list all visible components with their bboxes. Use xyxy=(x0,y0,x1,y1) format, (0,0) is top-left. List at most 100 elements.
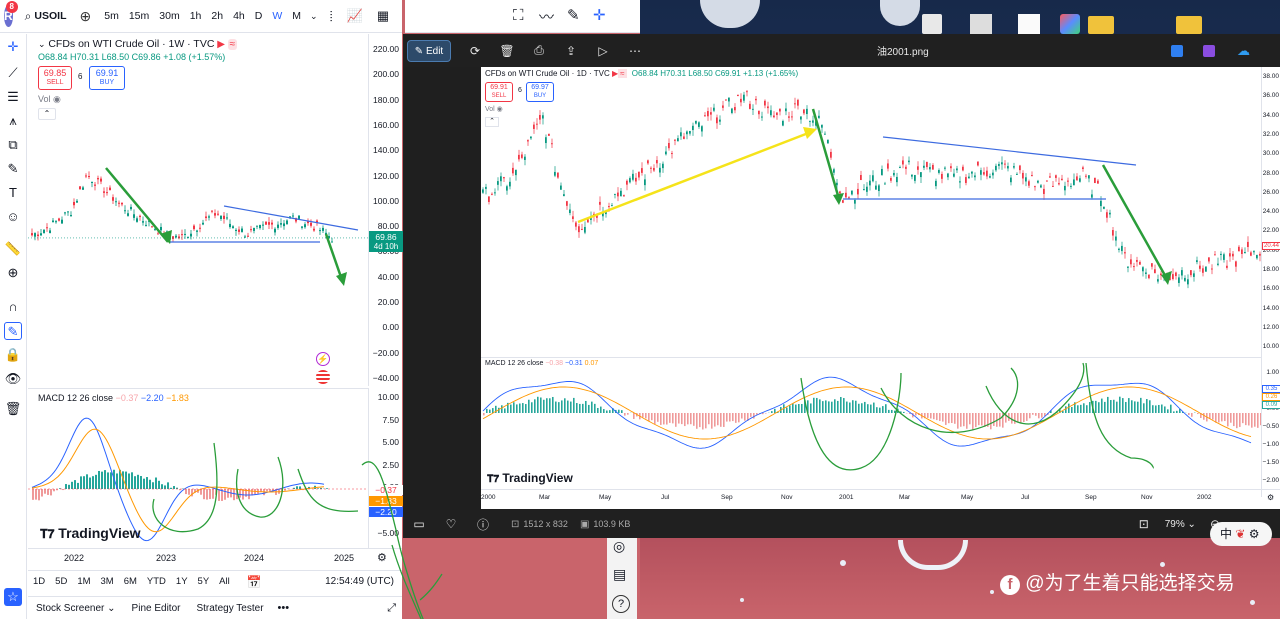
range-6M[interactable]: 6M xyxy=(119,576,142,587)
down-arrow-forecast[interactable] xyxy=(324,233,344,281)
range-1D[interactable]: 1D xyxy=(28,576,50,587)
tab-pine-editor[interactable]: Pine Editor xyxy=(124,603,189,614)
favorites-star-icon[interactable]: ☆ xyxy=(4,588,22,606)
slideshow-icon[interactable]: ▷ xyxy=(587,44,619,58)
interval-D[interactable]: D xyxy=(250,0,268,33)
text-icon[interactable]: T xyxy=(4,184,22,202)
zoom-in-icon[interactable]: ⊕ xyxy=(4,264,22,282)
yellow-uptrend[interactable] xyxy=(577,130,812,224)
displayed-image[interactable]: 38.00 36.00 34.00 32.00 30.00 28.00 26.00 24.00… xyxy=(481,67,1280,509)
emoji-icon[interactable]: ☺ xyxy=(4,208,22,226)
sell-button[interactable]: 69.85 SELL xyxy=(38,66,72,90)
settings-icon[interactable]: ⚙ xyxy=(377,551,387,564)
interval-1h[interactable]: 1h xyxy=(185,0,207,33)
calendar-icon[interactable]: ▤ xyxy=(613,566,626,583)
lock-icon[interactable]: 🔒 xyxy=(4,346,22,364)
eye-icon[interactable]: 👁 xyxy=(4,370,22,388)
indicators-icon[interactable]: 📈 xyxy=(341,8,369,24)
desktop-icon-app[interactable] xyxy=(1060,14,1080,34)
flag-us-icon[interactable] xyxy=(316,370,330,384)
onedrive-icon[interactable]: ☁ xyxy=(1237,43,1250,59)
magnet-icon[interactable]: ∩ xyxy=(4,298,22,316)
search-icon[interactable]: ⌕ xyxy=(25,9,32,24)
edit-button[interactable]: ✎ Edit xyxy=(407,39,451,62)
inner-down-arrow[interactable] xyxy=(811,108,841,200)
filmstrip-icon[interactable]: ▭ xyxy=(403,517,435,531)
range-5Y[interactable]: 5Y xyxy=(193,576,215,587)
ruler-icon[interactable]: 📏 xyxy=(4,240,22,258)
zoom-level[interactable]: 79% ⌄ xyxy=(1165,519,1196,530)
price-axis[interactable]: 220.00 200.00 180.00 160.00 140.00 120.00 100.… xyxy=(368,34,403,386)
buy-button[interactable]: 69.91 BUY xyxy=(89,66,125,90)
fib-lines-icon[interactable]: ☰ xyxy=(4,88,22,106)
lightning-icon[interactable]: ⚡ xyxy=(316,352,330,366)
share-icon[interactable]: ⇪ xyxy=(555,44,587,58)
collapse-legend-icon[interactable]: ⌃ xyxy=(38,108,56,120)
range-3M[interactable]: 3M xyxy=(96,576,119,587)
main-chart[interactable]: ⌄ CFDs on WTI Crude Oil · 1W · TVC ▶ ≈ O… xyxy=(28,34,368,386)
print-icon[interactable]: ⎙ xyxy=(523,43,555,58)
desktop-icon-file[interactable] xyxy=(970,14,992,34)
symbol-search[interactable]: USOIL xyxy=(31,0,71,33)
crosshair-icon[interactable]: ✛ xyxy=(4,38,22,56)
inner-resistance-line[interactable] xyxy=(882,136,1137,166)
app-icon-blue[interactable] xyxy=(1171,44,1183,57)
interval-15m[interactable]: 15m xyxy=(124,0,154,33)
ime-indicator[interactable]: 中 ❦ ⚙ xyxy=(1210,522,1272,546)
desktop-icon-folder[interactable] xyxy=(1088,16,1114,34)
select-tool-icon[interactable]: ⛶ xyxy=(513,7,524,24)
ohlc-toggle-icon[interactable]: ≈ xyxy=(227,39,238,50)
down-arrow-trend[interactable] xyxy=(105,167,169,243)
range-5D[interactable]: 5D xyxy=(50,576,72,587)
date-range-icon[interactable]: 📅 xyxy=(247,575,262,589)
range-All[interactable]: All xyxy=(214,576,235,587)
interval-4h[interactable]: 4h xyxy=(228,0,250,33)
range-1M[interactable]: 1M xyxy=(72,576,95,587)
tab-stock-screener[interactable]: Stock Screener ⌄ xyxy=(28,603,124,614)
crosshair-tool-icon[interactable]: ✛ xyxy=(593,6,606,24)
candle-type-icon[interactable]: ⦙ xyxy=(322,8,341,25)
forecast-icon[interactable]: ⧉ xyxy=(4,136,22,154)
desktop-icon-file[interactable] xyxy=(922,14,942,34)
favorite-heart-icon[interactable]: ♡ xyxy=(435,517,467,531)
range-1Y[interactable]: 1Y xyxy=(171,576,193,587)
time-axis[interactable]: 2022 2023 2024 2025 ⚙ xyxy=(28,548,402,568)
brush-tool-icon[interactable]: ✎ xyxy=(567,6,580,24)
clock[interactable]: 12:54:49 (UTC) xyxy=(325,576,394,587)
layout-grid-icon[interactable]: ▦ xyxy=(369,8,397,24)
rotate-icon[interactable]: ⟳ xyxy=(459,44,491,58)
app-icon-purple[interactable] xyxy=(1203,44,1215,57)
flag-icon[interactable]: ▶ xyxy=(217,39,225,50)
help-icon[interactable]: ? xyxy=(612,595,630,613)
trendline-icon[interactable]: ⟋ xyxy=(4,64,22,82)
more-options-icon[interactable]: ⋯ xyxy=(619,44,651,58)
trash-icon[interactable]: 🗑 xyxy=(4,400,22,418)
range-YTD[interactable]: YTD xyxy=(142,576,171,587)
interval-30m[interactable]: 30m xyxy=(154,0,184,33)
pattern-icon[interactable]: ⩚ xyxy=(4,112,22,130)
macd-pane[interactable]: MACD 12 26 close −0.37 −2.20 −1.83 𝐓𝟕 Tr… xyxy=(28,388,368,548)
maximize-icon[interactable]: ⤢ xyxy=(387,602,396,615)
eye-hidden-icon[interactable]: ◉ xyxy=(53,94,61,104)
info-icon[interactable]: ⓘ xyxy=(467,516,499,533)
desktop-icon-file[interactable] xyxy=(1018,14,1040,34)
more-icon[interactable]: ••• xyxy=(272,602,296,614)
avatar[interactable]: R 8 xyxy=(4,1,18,27)
interval-2h[interactable]: 2h xyxy=(206,0,228,33)
interval-W[interactable]: W xyxy=(267,0,287,33)
interval-M[interactable]: M xyxy=(287,0,306,33)
interval-5m[interactable]: 5m xyxy=(99,0,124,33)
brush-icon[interactable]: ✎ xyxy=(4,160,22,178)
target-icon[interactable]: ◎ xyxy=(613,538,625,555)
inner-down-arrow[interactable] xyxy=(1101,164,1169,280)
macd-axis[interactable]: 10.007.505.002.500.00−2.50−5.00−0.37−1.8… xyxy=(368,388,403,548)
chevron-down-icon[interactable]: ⌄ xyxy=(38,39,46,49)
desktop-icon-folder[interactable] xyxy=(1176,16,1202,34)
resistance-line[interactable] xyxy=(223,205,359,231)
trendline-tool-icon[interactable]: 〰 xyxy=(539,6,554,27)
chevron-down-icon[interactable]: ⌄ xyxy=(306,11,322,22)
fit-screen-icon[interactable]: ⊡ xyxy=(1139,517,1149,531)
tab-strategy-tester[interactable]: Strategy Tester xyxy=(188,603,271,614)
lock-drawing-icon[interactable]: ✎ xyxy=(4,322,22,340)
delete-icon[interactable]: 🗑 xyxy=(491,44,523,58)
